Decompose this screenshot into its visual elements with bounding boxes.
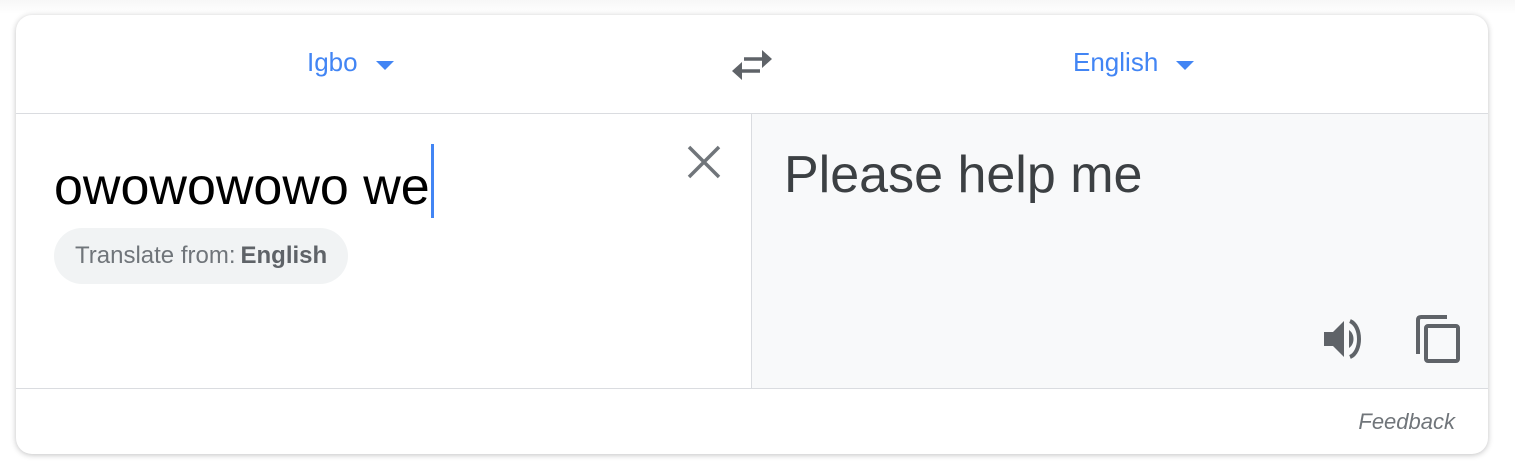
translate-card: Igbo English owowowowo we Translate from… bbox=[16, 15, 1488, 454]
swap-languages-button[interactable] bbox=[732, 49, 772, 81]
translated-text: Please help me bbox=[784, 146, 1143, 204]
source-language-selector[interactable]: Igbo bbox=[307, 47, 394, 78]
caret-down-icon bbox=[1176, 61, 1195, 70]
translate-from-language: English bbox=[240, 242, 328, 269]
source-text-input[interactable]: owowowowo we bbox=[54, 144, 434, 218]
copy-button[interactable] bbox=[1414, 314, 1462, 364]
translate-from-prefix: Translate from: bbox=[75, 242, 236, 269]
feedback-link[interactable]: Feedback bbox=[1358, 409, 1455, 435]
source-text: owowowowo we bbox=[54, 158, 430, 216]
text-cursor bbox=[430, 144, 434, 218]
clear-source-button[interactable] bbox=[686, 144, 722, 180]
translate-from-chip[interactable]: Translate from: English bbox=[54, 228, 349, 284]
caret-down-icon bbox=[375, 61, 394, 70]
listen-button[interactable] bbox=[1322, 317, 1366, 361]
speaker-icon bbox=[1324, 319, 1361, 359]
target-language-selector[interactable]: English bbox=[1073, 47, 1195, 78]
swap-arrows-icon bbox=[732, 50, 772, 80]
page-top-shade bbox=[0, 0, 1515, 14]
translation-panes: owowowowo we Translate from: English Ple… bbox=[16, 114, 1488, 389]
copy-icon bbox=[1416, 315, 1460, 363]
close-icon bbox=[687, 145, 721, 179]
target-pane: Please help me bbox=[752, 114, 1488, 388]
language-bar: Igbo English bbox=[16, 15, 1488, 114]
card-footer: Feedback bbox=[16, 389, 1488, 454]
source-language-label: Igbo bbox=[307, 47, 358, 77]
target-language-label: English bbox=[1073, 47, 1159, 77]
source-pane[interactable]: owowowowo we Translate from: English bbox=[16, 114, 752, 388]
